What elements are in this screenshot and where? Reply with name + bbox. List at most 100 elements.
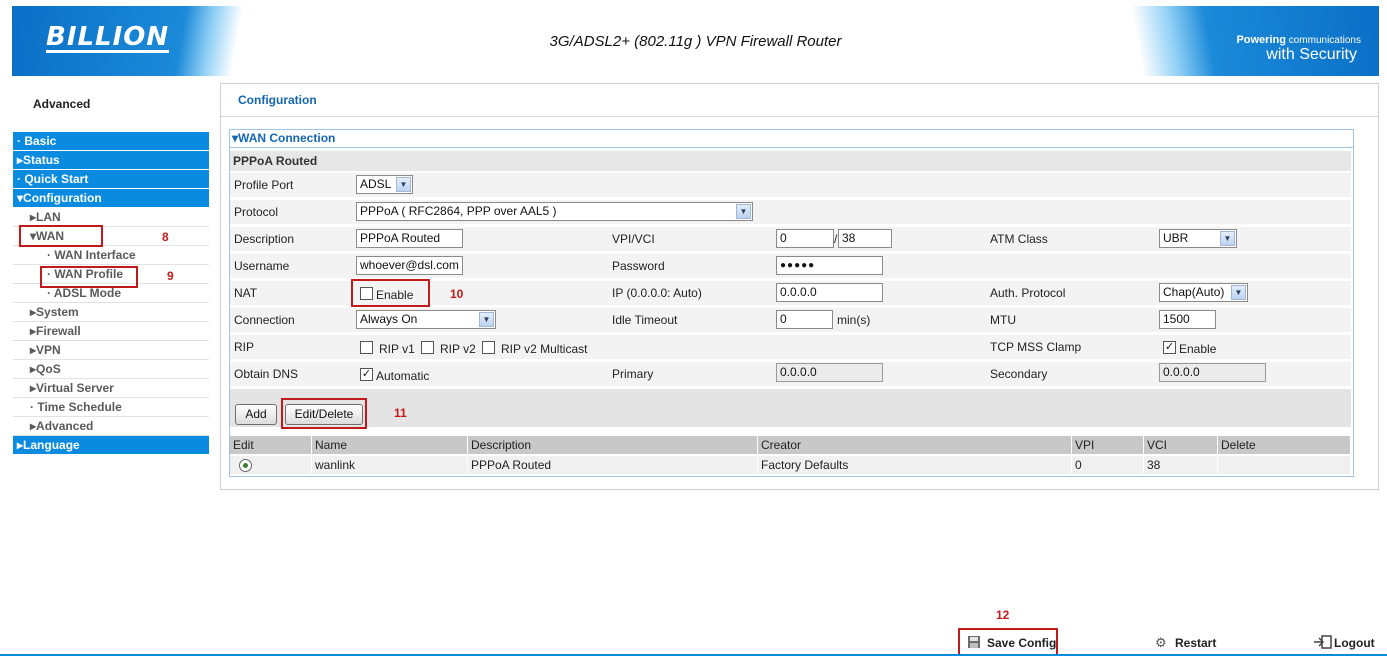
idle-timeout-input[interactable]: 0 <box>776 310 833 329</box>
table-cell-name: wanlink <box>312 456 468 474</box>
label-username: Username <box>234 259 290 273</box>
header-right-band: Powering communications with Security <box>1089 6 1379 76</box>
tagline-top: Powering communications <box>1236 34 1361 46</box>
footer-divider <box>0 654 1387 656</box>
atm-class-select[interactable]: UBR ▼ <box>1159 229 1237 248</box>
label-tcp-mss-clamp: TCP MSS Clamp <box>990 340 1082 354</box>
chevron-down-icon: ▼ <box>1231 285 1246 300</box>
label-primary-dns: Primary <box>612 367 654 381</box>
wan-connection-header[interactable]: ▾WAN Connection <box>232 131 335 145</box>
sidebar-item-basic[interactable]: · Basic <box>13 132 209 151</box>
annotation-box-wan <box>19 225 103 247</box>
rip-v2-multicast-label: RIP v2 Multicast <box>501 342 588 356</box>
vpivci-separator: / <box>834 232 838 246</box>
restart-icon: ⚙ <box>1155 635 1167 650</box>
rip-v1-label: RIP v1 <box>379 342 415 356</box>
auth-protocol-select[interactable]: Chap(Auto) ▼ <box>1159 283 1248 302</box>
ip-input[interactable]: 0.0.0.0 <box>776 283 883 302</box>
logout-button[interactable]: Logout <box>1334 636 1375 650</box>
label-ip: IP (0.0.0.0: Auto) <box>612 286 702 300</box>
rip-v2-multicast-checkbox[interactable] <box>482 341 495 354</box>
table-header-vpi: VPI <box>1072 436 1144 454</box>
save-config-button[interactable]: Save Config <box>987 636 1056 650</box>
dns-automatic-checkbox[interactable]: ✓ <box>360 368 373 381</box>
save-disk-icon <box>967 635 981 652</box>
label-secondary-dns: Secondary <box>990 367 1048 381</box>
secondary-dns-input[interactable]: 0.0.0.0 <box>1159 363 1266 382</box>
label-idle-timeout: Idle Timeout <box>612 313 678 327</box>
table-cell-creator: Factory Defaults <box>758 456 1072 474</box>
sidebar-menu: · Basic ▸Status · Quick Start ▾Configura… <box>13 132 209 455</box>
annotation-number-9: 9 <box>167 269 174 283</box>
sidebar-item-system[interactable]: ▸System <box>13 303 209 322</box>
label-mtu: MTU <box>990 313 1016 327</box>
sidebar-item-status[interactable]: ▸Status <box>13 151 209 170</box>
sidebar-item-time-schedule[interactable]: · Time Schedule <box>13 398 209 417</box>
primary-dns-input[interactable]: 0.0.0.0 <box>776 363 883 382</box>
annotation-box-wan-profile <box>40 266 138 288</box>
table-header-delete: Delete <box>1218 436 1351 454</box>
protocol-select[interactable]: PPPoA ( RFC2864, PPP over AAL5 ) ▼ <box>356 202 753 221</box>
sidebar-item-vpn[interactable]: ▸VPN <box>13 341 209 360</box>
divider <box>230 147 1353 148</box>
tcp-mss-enable-label: Enable <box>1179 342 1217 356</box>
annotation-box-nat <box>351 279 430 307</box>
sidebar-item-advanced[interactable]: ▸Advanced <box>13 417 209 436</box>
label-nat: NAT <box>234 286 258 300</box>
chevron-down-icon: ▼ <box>1220 231 1235 246</box>
rip-v2-checkbox[interactable] <box>421 341 434 354</box>
header-banner: BILLION 3G/ADSL2+ (802.11g ) VPN Firewal… <box>12 6 1379 76</box>
label-profile-port: Profile Port <box>234 178 294 192</box>
label-atm-class: ATM Class <box>990 232 1048 246</box>
annotation-number-12: 12 <box>996 608 1010 622</box>
annotation-number-8: 8 <box>162 230 169 244</box>
label-vpivci: VPI/VCI <box>612 232 655 246</box>
sidebar-item-qos[interactable]: ▸QoS <box>13 360 209 379</box>
table-header-description: Description <box>468 436 758 454</box>
sidebar-item-wan-interface[interactable]: · WAN Interface <box>13 246 209 265</box>
logout-icon <box>1313 635 1333 652</box>
password-input[interactable]: ●●●●● <box>776 256 883 275</box>
annotation-box-edit-delete <box>281 398 367 429</box>
username-input[interactable]: whoever@dsl.com <box>356 256 463 275</box>
table-cell-vci: 38 <box>1144 456 1218 474</box>
label-obtain-dns: Obtain DNS <box>234 367 299 381</box>
vci-input[interactable]: 38 <box>838 229 892 248</box>
table-cell-delete <box>1218 456 1351 474</box>
label-description: Description <box>234 232 295 246</box>
sidebar-item-configuration[interactable]: ▾Configuration <box>13 189 209 208</box>
table-header-vci: VCI <box>1144 436 1218 454</box>
mtu-input[interactable]: 1500 <box>1159 310 1216 329</box>
annotation-number-10: 10 <box>450 287 464 301</box>
rip-v2-label: RIP v2 <box>440 342 476 356</box>
idle-timeout-unit: min(s) <box>837 313 871 327</box>
divider <box>221 116 1378 117</box>
label-rip: RIP <box>234 340 255 354</box>
sidebar-title: Advanced <box>33 97 91 111</box>
row-select-radio[interactable] <box>239 459 252 472</box>
sidebar-item-virtual-server[interactable]: ▸Virtual Server <box>13 379 209 398</box>
sidebar-item-quick-start[interactable]: · Quick Start <box>13 170 209 189</box>
label-protocol: Protocol <box>234 205 279 219</box>
tcp-mss-enable-checkbox[interactable]: ✓ <box>1163 341 1176 354</box>
connection-select[interactable]: Always On ▼ <box>356 310 496 329</box>
tagline-bottom: with Security <box>1266 46 1357 63</box>
table-header-name: Name <box>312 436 468 454</box>
add-button[interactable]: Add <box>235 404 277 425</box>
description-input[interactable]: PPPoA Routed <box>356 229 463 248</box>
annotation-number-11: 11 <box>394 406 407 420</box>
chevron-down-icon: ▼ <box>396 177 411 192</box>
restart-button[interactable]: Restart <box>1175 636 1216 650</box>
chevron-down-icon: ▼ <box>479 312 494 327</box>
rip-v1-checkbox[interactable] <box>360 341 373 354</box>
label-connection: Connection <box>234 313 295 327</box>
table-cell-vpi: 0 <box>1072 456 1144 474</box>
section-header: PPPoA Routed <box>230 151 1351 171</box>
table-header-edit: Edit <box>230 436 312 454</box>
sidebar-item-language[interactable]: ▸Language <box>13 436 209 455</box>
vpi-input[interactable]: 0 <box>776 229 834 248</box>
table-header-creator: Creator <box>758 436 1072 454</box>
page-title: Configuration <box>238 93 317 107</box>
profile-port-select[interactable]: ADSL ▼ <box>356 175 413 194</box>
sidebar-item-firewall[interactable]: ▸Firewall <box>13 322 209 341</box>
